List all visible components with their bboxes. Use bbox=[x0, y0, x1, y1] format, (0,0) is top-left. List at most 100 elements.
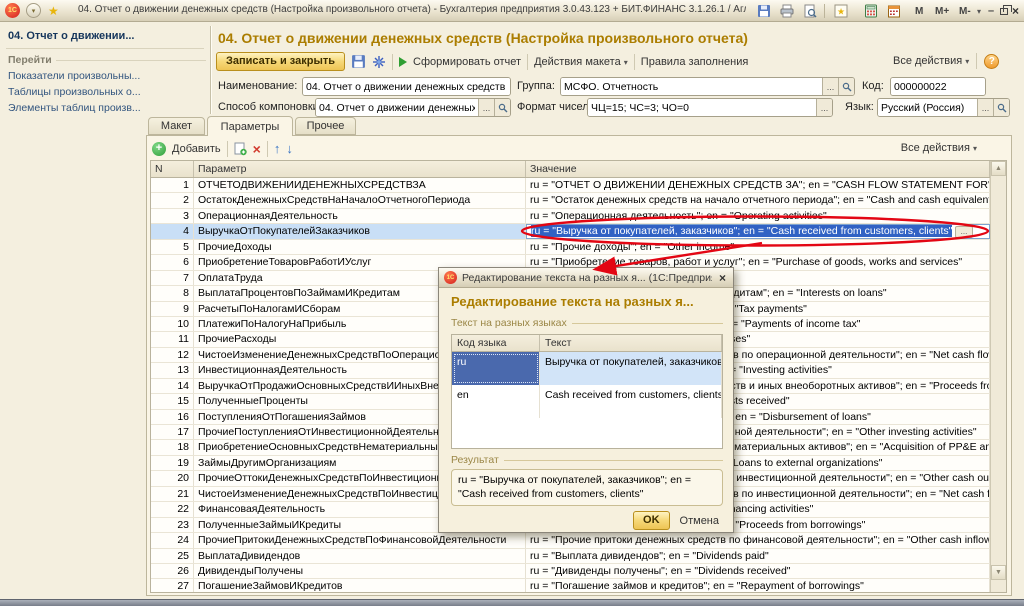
row-number-cell[interactable]: 17 bbox=[151, 425, 194, 439]
table-row[interactable]: 4ВыручкаОтПокупателейЗаказчиковru = "Выр… bbox=[151, 224, 990, 239]
scroll-up-icon[interactable]: ▲ bbox=[991, 161, 1006, 176]
main-menu-button[interactable]: ▾ bbox=[26, 3, 41, 18]
value-cell[interactable]: ru = "Остаток денежных средств на начало… bbox=[526, 193, 990, 207]
m-plus-button[interactable]: M+ bbox=[932, 3, 952, 19]
sidebar-link-table-elements[interactable]: Элементы таблиц произв... bbox=[8, 102, 141, 114]
move-up-button[interactable]: ↑ bbox=[274, 142, 281, 155]
layout-actions-button[interactable]: Действия макета ▾ bbox=[534, 56, 628, 68]
value-cell[interactable]: ru = "Операционная деятельность"; en = "… bbox=[526, 209, 990, 223]
parameter-cell[interactable]: ОТЧЕТОДВИЖЕНИИДЕНЕЖНЫХСРЕДСТВЗА bbox=[194, 178, 526, 192]
group-input[interactable] bbox=[561, 78, 822, 95]
grid-all-actions-button[interactable]: Все действия ▾ bbox=[901, 142, 977, 154]
format-ellipsis-button[interactable]: ... bbox=[816, 99, 832, 116]
vertical-scrollbar[interactable]: ▲ ▼ bbox=[990, 161, 1006, 592]
parameter-cell[interactable]: ПогашениеЗаймовИКредитов bbox=[194, 579, 526, 592]
move-down-button[interactable]: ↓ bbox=[286, 142, 293, 155]
row-number-cell[interactable]: 27 bbox=[151, 579, 194, 592]
row-number-cell[interactable]: 7 bbox=[151, 271, 194, 285]
row-number-cell[interactable]: 14 bbox=[151, 379, 194, 393]
dialog-close-button[interactable]: × bbox=[717, 271, 728, 285]
row-number-cell[interactable]: 23 bbox=[151, 518, 194, 532]
compose-search-icon[interactable] bbox=[494, 99, 510, 116]
calculator-icon[interactable] bbox=[862, 3, 879, 19]
value-cell[interactable]: ru = "ОТЧЕТ О ДВИЖЕНИИ ДЕНЕЖНЫХ СРЕДСТВ … bbox=[526, 178, 990, 192]
value-cell[interactable]: ru = "Прочие притоки денежных средств по… bbox=[526, 533, 990, 547]
language-text-cell[interactable]: Cash received from customers, clients bbox=[540, 385, 722, 418]
print-preview-icon[interactable] bbox=[801, 3, 818, 19]
row-number-cell[interactable]: 12 bbox=[151, 348, 194, 362]
value-cell[interactable]: ru = "Прочие доходы"; en = "Other income… bbox=[526, 240, 990, 254]
row-number-cell[interactable]: 13 bbox=[151, 363, 194, 377]
favorites-star-icon[interactable]: ★ bbox=[48, 3, 59, 19]
code-input[interactable] bbox=[891, 78, 985, 95]
all-actions-button[interactable]: Все действия ▾ bbox=[893, 55, 969, 67]
table-row[interactable]: 3ОперационнаяДеятельностьru = "Операцион… bbox=[151, 209, 990, 224]
value-cell[interactable]: ru = "Дивиденды получены"; en = "Dividen… bbox=[526, 564, 990, 578]
parameter-cell[interactable]: ОстатокДенежныхСредствНаНачалоОтчетногоП… bbox=[194, 193, 526, 207]
row-number-cell[interactable]: 22 bbox=[151, 502, 194, 516]
generate-report-button[interactable]: Сформировать отчет bbox=[413, 56, 521, 68]
row-number-cell[interactable]: 18 bbox=[151, 440, 194, 454]
restore-button[interactable] bbox=[1000, 3, 1008, 19]
language-search-icon[interactable] bbox=[993, 99, 1009, 116]
delete-row-button[interactable]: × bbox=[253, 142, 261, 156]
column-header-text[interactable]: Текст bbox=[540, 335, 722, 351]
m-button[interactable]: M bbox=[912, 3, 926, 19]
sidebar-section-goto[interactable]: Перейти bbox=[8, 54, 206, 66]
row-number-cell[interactable]: 1 bbox=[151, 178, 194, 192]
tab-parameters[interactable]: Параметры bbox=[207, 116, 293, 136]
favorites-box-icon[interactable]: ★ bbox=[832, 3, 849, 19]
name-input[interactable] bbox=[303, 78, 510, 95]
column-header-parameter[interactable]: Параметр bbox=[194, 161, 526, 177]
row-number-cell[interactable]: 26 bbox=[151, 564, 194, 578]
group-search-icon[interactable] bbox=[838, 78, 854, 95]
tab-other[interactable]: Прочее bbox=[295, 117, 356, 135]
value-cell[interactable]: ru = "Выплата дивидендов"; en = "Dividen… bbox=[526, 549, 990, 563]
table-row[interactable]: 26ДивидендыПолученыru = "Дивиденды получ… bbox=[151, 564, 990, 579]
parameter-cell[interactable]: ВыплатаДивидендов bbox=[194, 549, 526, 563]
table-row[interactable]: 1ОТЧЕТОДВИЖЕНИИДЕНЕЖНЫХСРЕДСТВЗАru = "ОТ… bbox=[151, 178, 990, 193]
row-number-cell[interactable]: 16 bbox=[151, 410, 194, 424]
help-button[interactable]: ? bbox=[984, 54, 999, 69]
language-text-cell[interactable]: Выручка от покупателей, заказчиков bbox=[540, 352, 722, 385]
parameter-cell[interactable]: ПрочиеДоходы bbox=[194, 240, 526, 254]
table-row[interactable]: 25ВыплатаДивидендовru = "Выплата дивиден… bbox=[151, 549, 990, 564]
copy-row-button[interactable] bbox=[234, 142, 247, 156]
language-ellipsis-button[interactable]: ... bbox=[977, 99, 993, 116]
m-minus-button[interactable]: M- bbox=[956, 3, 974, 19]
group-ellipsis-button[interactable]: ... bbox=[822, 78, 838, 95]
language-code-cell[interactable]: ru bbox=[452, 352, 540, 385]
compose-method-input[interactable] bbox=[316, 99, 478, 116]
row-number-cell[interactable]: 20 bbox=[151, 471, 194, 485]
language-code-cell[interactable]: en bbox=[452, 385, 540, 418]
table-row[interactable]: 27ПогашениеЗаймовИКредитовru = "Погашени… bbox=[151, 579, 990, 592]
parameter-cell[interactable]: ВыручкаОтПокупателейЗаказчиков bbox=[194, 224, 526, 238]
row-number-cell[interactable]: 8 bbox=[151, 286, 194, 300]
language-row[interactable]: enCash received from customers, clients bbox=[452, 385, 722, 418]
row-number-cell[interactable]: 5 bbox=[151, 240, 194, 254]
row-number-cell[interactable]: 15 bbox=[151, 394, 194, 408]
save-and-close-button[interactable]: Записать и закрыть bbox=[216, 52, 345, 71]
sparkle-icon[interactable] bbox=[372, 55, 386, 69]
row-number-cell[interactable]: 11 bbox=[151, 332, 194, 346]
table-row[interactable]: 24ПрочиеПритокиДенежныхСредствПоФинансов… bbox=[151, 533, 990, 548]
row-number-cell[interactable]: 2 bbox=[151, 193, 194, 207]
row-number-cell[interactable]: 10 bbox=[151, 317, 194, 331]
table-row[interactable]: 2ОстатокДенежныхСредствНаНачалоОтчетного… bbox=[151, 193, 990, 208]
row-number-cell[interactable]: 6 bbox=[151, 255, 194, 269]
tab-layout[interactable]: Макет bbox=[148, 117, 205, 135]
column-header-value[interactable]: Значение bbox=[526, 161, 990, 177]
row-number-cell[interactable]: 3 bbox=[151, 209, 194, 223]
row-number-cell[interactable]: 24 bbox=[151, 533, 194, 547]
sidebar-link-tables[interactable]: Таблицы произвольных о... bbox=[8, 86, 141, 98]
close-button[interactable]: × bbox=[1012, 3, 1019, 19]
table-row[interactable]: 5ПрочиеДоходыru = "Прочие доходы"; en = … bbox=[151, 240, 990, 255]
save-icon[interactable] bbox=[755, 3, 772, 19]
parameter-cell[interactable]: ОперационнаяДеятельность bbox=[194, 209, 526, 223]
parameter-cell[interactable]: ДивидендыПолучены bbox=[194, 564, 526, 578]
language-row[interactable]: ruВыручка от покупателей, заказчиков bbox=[452, 352, 722, 385]
value-cell[interactable]: ru = "Погашение займов и кредитов"; en =… bbox=[526, 579, 990, 592]
cancel-button[interactable]: Отмена bbox=[680, 515, 719, 527]
value-cell[interactable]: ru = "Выручка от покупателей, заказчиков… bbox=[526, 224, 990, 238]
print-icon[interactable] bbox=[778, 3, 795, 19]
